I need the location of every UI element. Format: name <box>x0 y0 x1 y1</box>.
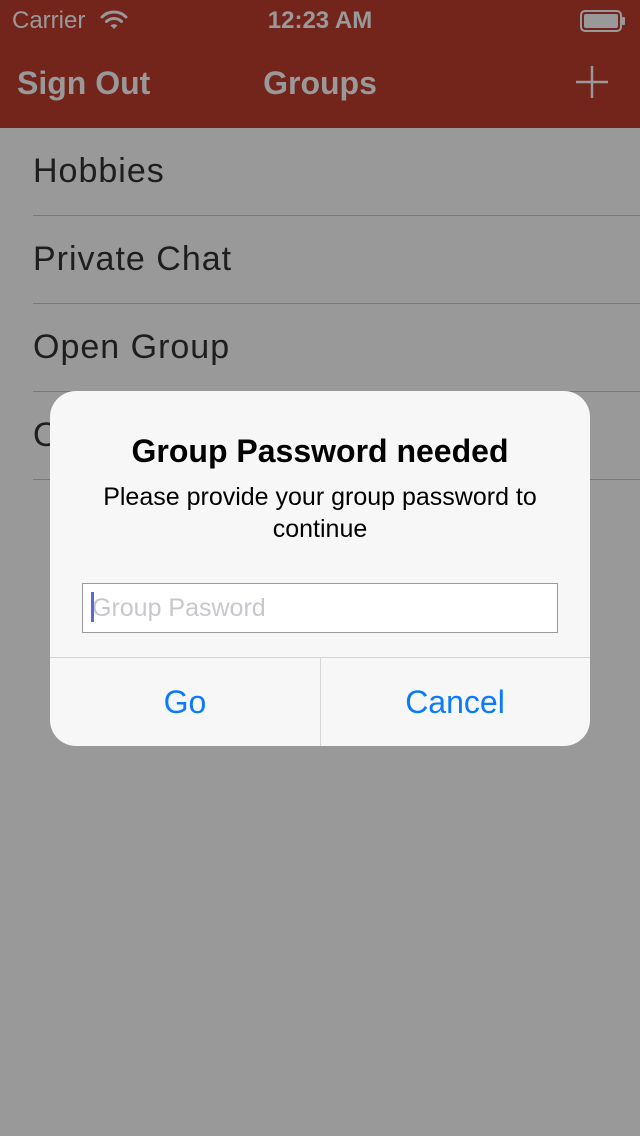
password-alert: Group Password needed Please provide you… <box>50 391 590 746</box>
alert-title: Group Password needed <box>131 433 509 469</box>
alert-message: Please provide your group password to co… <box>103 483 537 543</box>
go-button[interactable]: Go <box>50 658 320 746</box>
group-password-input[interactable] <box>82 583 558 633</box>
cancel-button[interactable]: Cancel <box>320 658 590 746</box>
text-caret <box>91 592 94 622</box>
